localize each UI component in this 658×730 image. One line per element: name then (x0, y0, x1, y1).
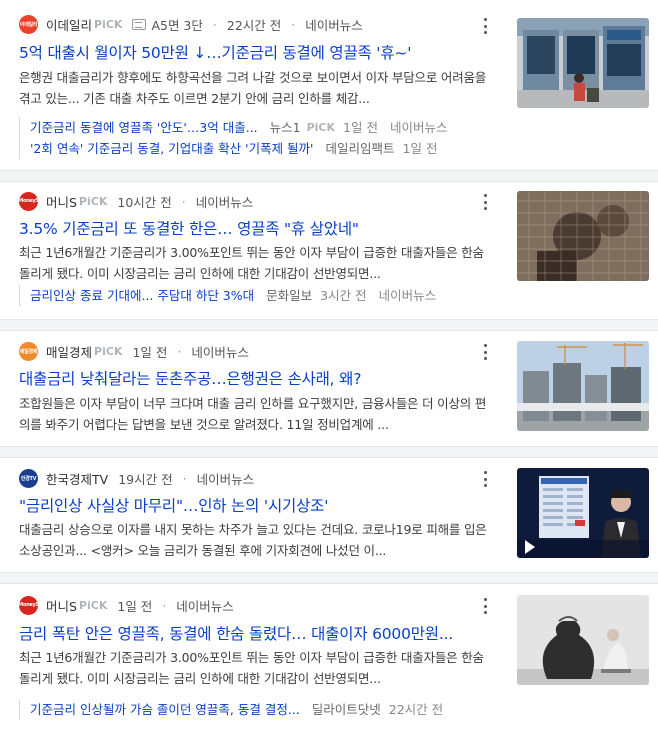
related-date: 1일 전 (402, 141, 438, 156)
pick-badge: PiCK (78, 194, 108, 208)
news-meta: MoneyS 머니S PiCK 10시간 전 · 네이버뉴스 (19, 191, 254, 211)
related-date: 1일 전 (343, 120, 378, 135)
related-item: 기준금리 동결에 영끌족 '안도'…3억 대출... 뉴스1 PiCK 1일 전… (30, 117, 489, 138)
news-description: 조합원들은 이자 부담이 너무 크다며 대출 금리 인하를 요구했지만, 금융사… (19, 396, 487, 432)
kebab-icon[interactable] (482, 471, 488, 487)
card-separator (0, 572, 658, 584)
kebab-icon[interactable] (482, 344, 488, 360)
press-logo-icon[interactable]: MoneyS (19, 595, 38, 615)
news-meta: 매일경제 매일경제 PiCK 1일 전 · 네이버뉴스 (19, 341, 249, 361)
related-source-link[interactable]: 네이버뉴스 (390, 117, 448, 138)
news-description: 최근 1년6개월간 기준금리가 3.00%포인트 뛰는 동안 이자 부담이 급증… (19, 650, 484, 686)
news-time: 10시간 전 (117, 194, 172, 210)
news-meta: 한경TV 한국경제TV 19시간 전 · 네이버뉴스 (19, 468, 255, 488)
card-separator (0, 446, 658, 458)
pick-badge: PiCK (306, 121, 336, 134)
naver-news-link[interactable]: 네이버뉴스 (176, 596, 234, 615)
press-name[interactable]: 머니S (46, 596, 77, 615)
card-separator (0, 319, 658, 331)
pick-badge: PiCK (94, 17, 123, 31)
related-title[interactable]: 금리인상 종료 기대에... 주담대 하단 3%대 (30, 285, 254, 306)
naver-news-link[interactable]: 네이버뉴스 (196, 192, 254, 211)
news-thumbnail[interactable] (517, 595, 649, 685)
related-item: 금리인상 종료 기대에... 주담대 하단 3%대 문화일보 3시간 전 네이버… (30, 285, 489, 306)
news-time: 22시간 전 (226, 17, 282, 33)
related-date: 22시간 전 (388, 702, 444, 717)
news-thumbnail[interactable] (517, 191, 649, 281)
news-description: 은행권 대출금리가 향후에도 하향곡선을 그려 나갈 것으로 보이면서 이자 부… (19, 70, 487, 106)
news-card: MoneyS 머니S PiCK 10시간 전 · 네이버뉴스 3.5% 기준금리… (0, 182, 658, 319)
pick-badge: PiCK (94, 344, 123, 358)
related-source[interactable]: 뉴스1 (270, 117, 301, 138)
news-title[interactable]: "금리인상 사실상 마무리"…인하 논의 '시기상조' (19, 494, 489, 516)
related-source[interactable]: 문화일보 (266, 285, 312, 306)
press-name[interactable]: 이데일리 (46, 15, 92, 34)
news-description: 대출금리 상승으로 이자를 내지 못하는 차주가 늘고 있다는 건데요. 코로나… (19, 522, 487, 558)
newspaper-icon (132, 18, 147, 30)
related-news: 기준금리 인상될까 가슴 졸이던 영끌족, 동결 결정... 딜라이트닷넷 22… (19, 699, 489, 720)
related-item: 기준금리 인상될까 가슴 졸이던 영끌족, 동결 결정... 딜라이트닷넷 22… (30, 699, 489, 720)
naver-news-link[interactable]: 네이버뉴스 (191, 342, 249, 361)
news-thumbnail[interactable] (517, 341, 649, 431)
related-source-link[interactable]: 네이버뉴스 (379, 285, 437, 306)
kebab-icon[interactable] (482, 598, 488, 614)
press-logo-icon[interactable]: MoneyS (19, 191, 38, 211)
related-title[interactable]: 기준금리 동결에 영끌족 '안도'…3억 대출... (30, 117, 258, 138)
press-name[interactable]: 한국경제TV (46, 469, 108, 488)
paper-position: A5면 3단 (151, 17, 203, 33)
related-source[interactable]: 데일리임팩트 (326, 138, 395, 159)
news-card: 이데일리 이데일리 PiCK A5면 3단 · 22시간 전 · 네이버뉴스 5… (0, 0, 658, 170)
related-title[interactable]: 기준금리 인상될까 가슴 졸이던 영끌족, 동결 결정... (30, 699, 300, 720)
press-logo-icon[interactable]: 매일경제 (19, 341, 38, 361)
news-title[interactable]: 대출금리 낮춰달라는 둔촌주공…은행권은 손사래, 왜? (19, 367, 489, 389)
kebab-icon[interactable] (482, 194, 488, 210)
related-date: 3시간 전 (320, 288, 367, 303)
naver-news-link[interactable]: 네이버뉴스 (305, 15, 363, 34)
news-card: MoneyS 머니S PiCK 1일 전 · 네이버뉴스 금리 폭탄 안은 영끌… (0, 584, 658, 730)
news-time: 1일 전 (132, 344, 168, 360)
news-title[interactable]: 5억 대출시 월이자 50만원 ↓…기준금리 동결에 영끌족 '휴~' (19, 41, 489, 63)
news-time: 19시간 전 (118, 471, 173, 487)
card-separator (0, 170, 658, 182)
news-description: 최근 1년6개월간 기준금리가 3.00%포인트 뛰는 동안 이자 부담이 급증… (19, 245, 484, 281)
news-card: 매일경제 매일경제 PiCK 1일 전 · 네이버뉴스 대출금리 낮춰달라는 둔… (0, 331, 658, 446)
related-item: '2회 연속' 기준금리 동결, 기업대출 확산 '기폭제 될까' 데일리임팩트… (30, 138, 489, 159)
press-name[interactable]: 머니S (46, 192, 77, 211)
news-meta: 이데일리 이데일리 PiCK A5면 3단 · 22시간 전 · 네이버뉴스 (19, 14, 363, 34)
press-logo-icon[interactable]: 한경TV (19, 468, 38, 488)
news-card: 한경TV 한국경제TV 19시간 전 · 네이버뉴스 "금리인상 사실상 마무리… (0, 458, 658, 572)
press-logo-icon[interactable]: 이데일리 (19, 14, 38, 34)
related-news: 기준금리 동결에 영끌족 '안도'…3억 대출... 뉴스1 PiCK 1일 전… (19, 117, 489, 159)
news-title[interactable]: 금리 폭탄 안은 영끌족, 동결에 한숨 돌렸다… 대출이자 6000만원... (19, 622, 489, 644)
news-thumbnail[interactable] (517, 468, 649, 558)
kebab-icon[interactable] (482, 18, 488, 34)
pick-badge: PiCK (78, 598, 108, 612)
news-thumbnail[interactable] (517, 18, 649, 108)
related-news: 금리인상 종료 기대에... 주담대 하단 3%대 문화일보 3시간 전 네이버… (19, 285, 489, 306)
naver-news-link[interactable]: 네이버뉴스 (197, 469, 255, 488)
related-source[interactable]: 딜라이트닷넷 (312, 699, 381, 720)
press-name[interactable]: 매일경제 (46, 342, 92, 361)
news-meta: MoneyS 머니S PiCK 1일 전 · 네이버뉴스 (19, 595, 234, 615)
news-time: 1일 전 (117, 598, 153, 614)
related-title[interactable]: '2회 연속' 기준금리 동결, 기업대출 확산 '기폭제 될까' (30, 138, 314, 159)
news-title[interactable]: 3.5% 기준금리 또 동결한 한은… 영끌족 "휴 살았네" (19, 217, 489, 239)
